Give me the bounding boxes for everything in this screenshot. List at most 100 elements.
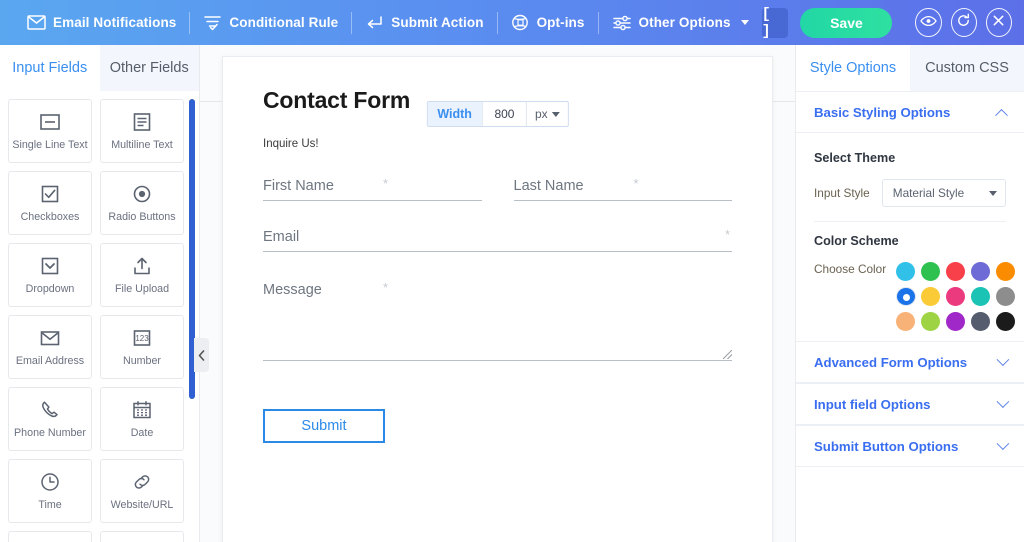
form-subtitle: Inquire Us!: [263, 138, 319, 150]
toolbar-item-submit-action[interactable]: Submit Action: [352, 0, 496, 45]
width-label[interactable]: Width: [427, 102, 482, 126]
form-row-names: * First Name * Last Name: [263, 176, 732, 201]
dropdown-icon: [39, 254, 61, 278]
choose-color-label: Choose Color: [814, 262, 887, 276]
chevron-left-icon: [198, 349, 205, 361]
message-field[interactable]: * Message: [263, 280, 732, 361]
color-swatch[interactable]: [996, 287, 1016, 306]
sliders-icon: [612, 15, 632, 31]
basic-styling-panel: Select Theme Input Style Material Style …: [796, 133, 1024, 341]
field-tile-label: Multiline Text: [111, 139, 173, 152]
file-upload-icon: [131, 254, 153, 278]
color-swatch[interactable]: [921, 287, 941, 306]
color-swatch[interactable]: [896, 312, 916, 331]
refresh-button[interactable]: [950, 8, 977, 37]
form-preview-card: Contact Form Inquire Us! * First Name * …: [222, 56, 773, 542]
preview-button[interactable]: [915, 8, 942, 37]
field-tile-partial-next-row[interactable]: [8, 531, 92, 542]
toolbar-label: Submit Action: [391, 15, 484, 30]
color-swatch[interactable]: [896, 287, 917, 306]
message-textarea[interactable]: [263, 304, 732, 360]
field-tile-dropdown[interactable]: Dropdown: [8, 243, 92, 307]
color-swatch[interactable]: [996, 312, 1016, 331]
save-button[interactable]: Save: [800, 7, 893, 38]
embed-code-button[interactable]: [ ]: [761, 6, 789, 40]
tab-custom-css[interactable]: Custom CSS: [910, 45, 1024, 91]
message-label: Message: [263, 282, 322, 298]
color-swatch[interactable]: [971, 262, 991, 281]
section-divider: [814, 221, 1006, 222]
refresh-icon: [956, 13, 971, 33]
field-tile-file-upload[interactable]: File Upload: [100, 243, 184, 307]
accordion-advanced-form-options[interactable]: Advanced Form Options: [796, 341, 1024, 383]
field-tile-label: Website/URL: [110, 499, 174, 512]
sidebar-collapse-handle[interactable]: [194, 338, 209, 372]
color-swatch[interactable]: [946, 262, 966, 281]
form-builder-app: Email Notifications Conditional Rule Sub…: [0, 0, 1024, 542]
phone-icon: [39, 398, 61, 422]
last-name-field[interactable]: * Last Name: [513, 176, 732, 201]
toolbar-item-opt-ins[interactable]: Opt-ins: [498, 0, 598, 45]
rules-icon: [203, 15, 222, 31]
first-name-label: First Name: [263, 178, 334, 194]
number-icon: 123: [131, 326, 153, 350]
chevron-down-icon: [996, 352, 1010, 366]
accordion-input-field-options[interactable]: Input field Options: [796, 383, 1024, 425]
input-style-select[interactable]: Material Style: [881, 179, 1006, 207]
tab-style-options[interactable]: Style Options: [796, 45, 910, 91]
field-tile-time[interactable]: Time: [8, 459, 92, 523]
chevron-up-icon: [995, 108, 1008, 122]
resize-grip-icon[interactable]: [723, 350, 732, 359]
top-toolbar: Email Notifications Conditional Rule Sub…: [0, 0, 1024, 45]
chevron-down-icon: [996, 436, 1010, 450]
svg-text:123: 123: [135, 334, 149, 343]
field-tile-date[interactable]: Date: [100, 387, 184, 451]
calendar-icon: [131, 398, 153, 422]
toolbar-label: Other Options: [638, 15, 731, 30]
width-input[interactable]: 800: [481, 102, 526, 126]
accordion-basic-styling-options[interactable]: Basic Styling Options: [796, 91, 1024, 133]
field-tile-partial-next-row[interactable]: [100, 531, 184, 542]
form-submit-button[interactable]: Submit: [263, 409, 385, 443]
checkbox-icon: [39, 182, 61, 206]
choose-color-row: Choose Color: [814, 262, 1016, 331]
color-swatch[interactable]: [971, 287, 991, 306]
field-tile-phone-number[interactable]: Phone Number: [8, 387, 92, 451]
email-field[interactable]: * Email: [263, 227, 732, 252]
color-swatch-grid: [896, 262, 1016, 331]
message-field-inner: * Message: [263, 280, 732, 361]
accordion-submit-button-options[interactable]: Submit Button Options: [796, 425, 1024, 467]
field-tile-single-line-text[interactable]: Single Line Text: [8, 99, 92, 163]
color-swatch[interactable]: [971, 312, 991, 331]
tab-other-fields[interactable]: Other Fields: [99, 45, 199, 91]
toolbar-item-email-notifications[interactable]: Email Notifications: [14, 0, 189, 45]
email-icon: [39, 326, 61, 350]
width-unit-select[interactable]: px: [525, 102, 568, 126]
email-label: Email: [263, 229, 300, 245]
field-tile-multiline-text[interactable]: Multiline Text: [100, 99, 184, 163]
form-canvas-area: Contact Form Inquire Us! * First Name * …: [200, 45, 795, 542]
input-style-label: Input Style: [814, 186, 870, 200]
color-swatch[interactable]: [946, 287, 966, 306]
field-tile-email-address[interactable]: Email Address: [8, 315, 92, 379]
color-swatch[interactable]: [996, 262, 1016, 281]
input-style-value: Material Style: [892, 186, 965, 200]
toolbar-item-conditional-rule[interactable]: Conditional Rule: [190, 0, 351, 45]
fields-sidebar: Input Fields Other Fields Single Line Te…: [0, 45, 209, 542]
color-swatch[interactable]: [921, 312, 941, 331]
toolbar-item-other-options[interactable]: Other Options: [599, 0, 762, 45]
tab-input-fields[interactable]: Input Fields: [0, 45, 100, 91]
toolbar-label: Opt-ins: [536, 15, 585, 30]
close-button[interactable]: [985, 8, 1013, 37]
color-swatch[interactable]: [896, 262, 916, 281]
chevron-down-icon: [551, 111, 560, 117]
color-swatch[interactable]: [946, 312, 966, 331]
field-tile-website-url[interactable]: Website/URL: [100, 459, 184, 523]
link-icon: [131, 470, 153, 494]
color-swatch[interactable]: [921, 262, 941, 281]
chevron-down-icon: [996, 394, 1010, 408]
field-tile-checkboxes[interactable]: Checkboxes: [8, 171, 92, 235]
first-name-field[interactable]: * First Name: [263, 176, 482, 201]
field-tile-number[interactable]: 123 Number: [100, 315, 184, 379]
field-tile-radio-buttons[interactable]: Radio Buttons: [100, 171, 184, 235]
